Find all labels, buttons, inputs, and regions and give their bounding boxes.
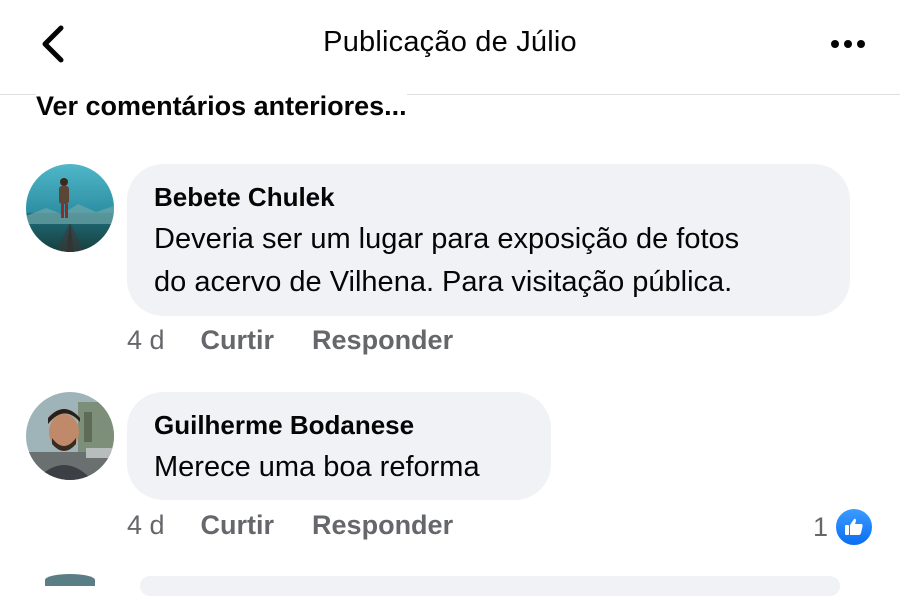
comment-author[interactable]: Guilherme Bodanese bbox=[154, 408, 524, 442]
avatar-image bbox=[26, 164, 114, 252]
next-comment-avatar-peek bbox=[45, 574, 95, 586]
next-comment-bubble-peek bbox=[140, 576, 840, 596]
avatar-image bbox=[26, 392, 114, 480]
more-horizontal-icon bbox=[831, 40, 839, 48]
comment-text-line: do acervo de Vilhena. Para visitação púb… bbox=[154, 266, 733, 298]
comment-timestamp[interactable]: 4 d bbox=[127, 510, 165, 541]
reply-button[interactable]: Responder bbox=[312, 510, 453, 541]
more-dot bbox=[844, 40, 852, 48]
comment-bubble: Bebete Chulek Deveria ser um lugar para … bbox=[127, 164, 850, 316]
comment-text-line: Merece uma boa reforma bbox=[154, 451, 480, 483]
comment-bubble: Guilherme Bodanese Merece uma boa reform… bbox=[127, 392, 551, 500]
comment-actions: 4 d Curtir Responder bbox=[127, 510, 491, 541]
comment-actions: 4 d Curtir Responder bbox=[127, 325, 491, 356]
more-options-button[interactable] bbox=[822, 28, 874, 60]
avatar[interactable] bbox=[26, 392, 114, 480]
reaction-count: 1 bbox=[812, 511, 828, 542]
comment-text-line: Deveria ser um lugar para exposição de f… bbox=[154, 223, 740, 255]
comment-author[interactable]: Bebete Chulek bbox=[154, 180, 823, 214]
view-previous-comments-link[interactable]: Ver comentários anteriores... bbox=[36, 88, 407, 124]
top-bar: Publicação de Júlio bbox=[0, 0, 900, 95]
thumbs-up-icon bbox=[834, 507, 874, 547]
like-button[interactable]: Curtir bbox=[201, 325, 275, 356]
avatar[interactable] bbox=[26, 164, 114, 252]
reply-button[interactable]: Responder bbox=[312, 325, 453, 356]
reaction-summary[interactable]: 1 bbox=[813, 507, 874, 547]
more-dot bbox=[857, 40, 865, 48]
page-title: Publicação de Júlio bbox=[323, 26, 577, 58]
comment-timestamp[interactable]: 4 d bbox=[127, 325, 165, 356]
like-button[interactable]: Curtir bbox=[201, 510, 275, 541]
